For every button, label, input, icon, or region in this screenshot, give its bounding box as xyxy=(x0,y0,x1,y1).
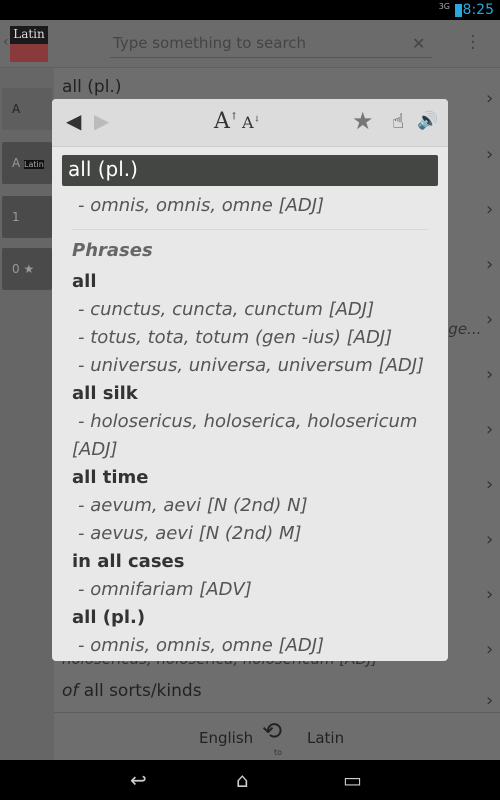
decrease-font-icon[interactable]: A↓ xyxy=(242,113,260,132)
entry-translation: - omnis, omnis, omne [ADJ] xyxy=(78,195,325,216)
phrases-header: Phrases xyxy=(72,240,153,261)
sidebar-tab-favorites[interactable]: 0 ★ xyxy=(2,248,52,290)
recent-apps-icon[interactable]: ▭ xyxy=(343,768,362,792)
signal-icon: 3G xyxy=(438,2,450,11)
back-icon[interactable]: ↩ xyxy=(130,768,147,792)
phrase-translation: - aevum, aevi [N (2nd) N] xyxy=(78,495,308,516)
swap-icon[interactable]: ⟲ xyxy=(262,717,282,745)
back-chevron-icon[interactable]: ‹ xyxy=(3,34,9,50)
phrase-heading: all time xyxy=(72,467,149,488)
chevron-right-icon[interactable]: › xyxy=(486,199,493,220)
chevron-right-icon[interactable]: › xyxy=(486,690,493,711)
sidebar-tab-english[interactable]: A xyxy=(2,88,52,130)
phrase-heading: all xyxy=(72,271,97,292)
chevron-right-icon[interactable]: › xyxy=(486,144,493,165)
entry-title: all (pl.) xyxy=(62,155,438,186)
dialog-toolbar: ◀ ▶ A↑ A↓ ★ ☝ 🔊 xyxy=(52,99,448,147)
phrase-heading: in all cases xyxy=(72,551,185,572)
phrase-translation: [ADJ] xyxy=(72,439,118,460)
action-bar: ‹ Latin Type something to search ✕ · · · xyxy=(0,20,500,68)
overflow-menu-icon[interactable]: · · · xyxy=(470,28,476,58)
home-icon[interactable]: ⌂ xyxy=(236,768,249,792)
list-item[interactable]: of all sorts/kinds xyxy=(62,681,202,701)
phrase-translation: - universus, universa, universum [ADJ] xyxy=(78,355,425,376)
list-item[interactable]: all (pl.) xyxy=(62,77,121,97)
chevron-right-icon[interactable]: › xyxy=(486,254,493,275)
translation-dialog: ◀ ▶ A↑ A↓ ★ ☝ 🔊 all (pl.) - omnis, omnis… xyxy=(52,99,448,661)
touch-icon[interactable]: ☝ xyxy=(392,109,404,133)
phrase-translation: - holosericus, holoserica, holosericum xyxy=(78,411,418,432)
status-bar: 3G 8:25 xyxy=(0,0,500,20)
phrase-translation: - cunctus, cuncta, cunctum [ADJ] xyxy=(78,299,375,320)
chevron-right-icon[interactable]: › xyxy=(486,309,493,330)
target-language[interactable]: Latin xyxy=(307,729,344,747)
chevron-right-icon[interactable]: › xyxy=(486,474,493,495)
favorite-star-icon[interactable]: ★ xyxy=(352,107,374,135)
sidebar-tab-history[interactable]: 1 xyxy=(2,196,52,238)
to-label: to xyxy=(274,748,283,757)
clear-icon[interactable]: ✕ xyxy=(412,34,425,53)
previous-icon[interactable]: ◀ xyxy=(66,109,81,133)
clock: 8:25 xyxy=(462,2,494,18)
phrase-translation: - totus, tota, totum (gen -ius) [ADJ] xyxy=(78,327,393,348)
speaker-icon[interactable]: 🔊 xyxy=(417,111,438,131)
navigation-bar: ↩ ⌂ ▭ xyxy=(0,760,500,800)
sidebar-tab-latin[interactable]: A Latin xyxy=(2,142,52,184)
star-icon: ★ xyxy=(23,262,35,276)
chevron-right-icon[interactable]: › xyxy=(486,88,493,109)
source-language[interactable]: English xyxy=(199,729,253,747)
chevron-right-icon[interactable]: › xyxy=(486,364,493,385)
tab-label: 0 xyxy=(12,262,20,276)
tab-label: A xyxy=(12,102,21,116)
chevron-right-icon[interactable]: › xyxy=(486,639,493,660)
chevron-right-icon[interactable]: › xyxy=(486,419,493,440)
tab-sub: Latin xyxy=(24,160,44,169)
phrase-heading: all silk xyxy=(72,383,138,404)
tab-label: A xyxy=(12,156,21,170)
sidebar: A A Latin 1 0 ★ xyxy=(0,68,54,760)
prefix: of xyxy=(62,681,79,701)
search-input[interactable]: Type something to search xyxy=(110,34,432,58)
phrase-translation: - omnis, omnis, omne [ADJ] xyxy=(78,635,325,656)
increase-font-icon[interactable]: A↑ xyxy=(214,109,238,134)
phrase-heading: all (pl.) xyxy=(72,607,146,628)
next-icon[interactable]: ▶ xyxy=(94,109,109,133)
battery-icon xyxy=(455,4,462,17)
app-logo[interactable]: Latin xyxy=(10,26,48,62)
chevron-right-icon[interactable]: › xyxy=(486,584,493,605)
term: all sorts/kinds xyxy=(83,681,202,701)
language-bar: English ⟲ to Latin xyxy=(54,712,500,760)
divider xyxy=(72,229,428,230)
phrase-translation: - omnifariam [ADV] xyxy=(78,579,252,600)
phrase-translation: - aevus, aevi [N (2nd) M] xyxy=(78,523,302,544)
chevron-right-icon[interactable]: › xyxy=(486,529,493,550)
tab-label: 1 xyxy=(12,210,20,224)
